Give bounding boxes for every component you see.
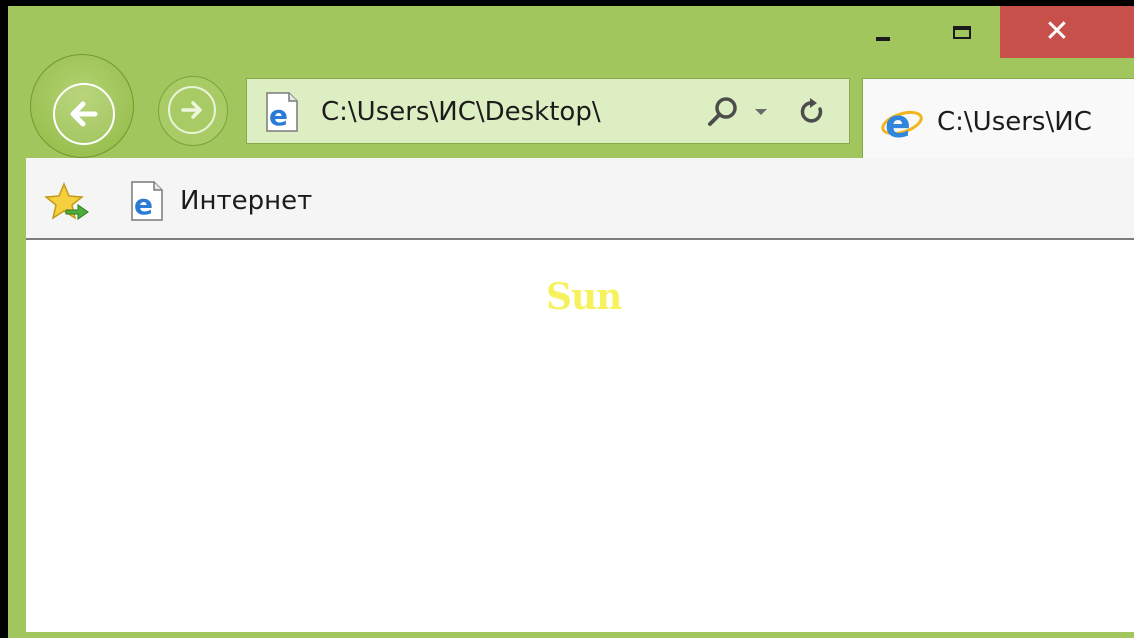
tab-current[interactable]: e C:\Users\ИС: [862, 78, 1134, 160]
forward-button-ring: [168, 86, 216, 134]
close-button[interactable]: ✕: [1000, 6, 1134, 58]
forward-button[interactable]: [158, 76, 228, 146]
close-icon: ✕: [1044, 14, 1070, 49]
back-button[interactable]: [30, 54, 134, 158]
minimize-button[interactable]: [860, 6, 906, 58]
forward-arrow-icon: [181, 101, 202, 119]
back-arrow-icon: [70, 101, 98, 127]
tab-label: C:\Users\ИС: [937, 107, 1092, 137]
dropdown-arrow-icon[interactable]: [753, 107, 769, 117]
page-text: Sun: [546, 276, 622, 318]
maximize-icon: [953, 25, 971, 39]
refresh-icon[interactable]: [795, 95, 829, 129]
address-bar[interactable]: e C:\Users\ИС\Desktop\: [246, 78, 850, 144]
browser-window: ✕ e C:\Users\ИС\Desktop\ e C:\Users\ИС e…: [8, 6, 1134, 638]
svg-text:e: e: [885, 102, 911, 143]
favorites-bar: e Интернет: [26, 158, 1134, 240]
back-button-ring: [53, 83, 115, 145]
minimize-icon: [876, 37, 890, 41]
ie-page-icon[interactable]: e: [124, 180, 168, 222]
favorites-item-internet[interactable]: Интернет: [180, 184, 312, 218]
svg-text:e: e: [269, 99, 288, 132]
search-icon[interactable]: [705, 95, 741, 129]
page-content: Sun: [26, 240, 1134, 632]
maximize-button[interactable]: [934, 6, 990, 58]
add-favorites-star-icon[interactable]: [42, 182, 94, 222]
ie-page-icon: e: [266, 92, 298, 132]
svg-text:e: e: [134, 188, 153, 221]
url-input[interactable]: C:\Users\ИС\Desktop\: [321, 95, 687, 129]
ie-logo-icon: e: [881, 102, 923, 143]
